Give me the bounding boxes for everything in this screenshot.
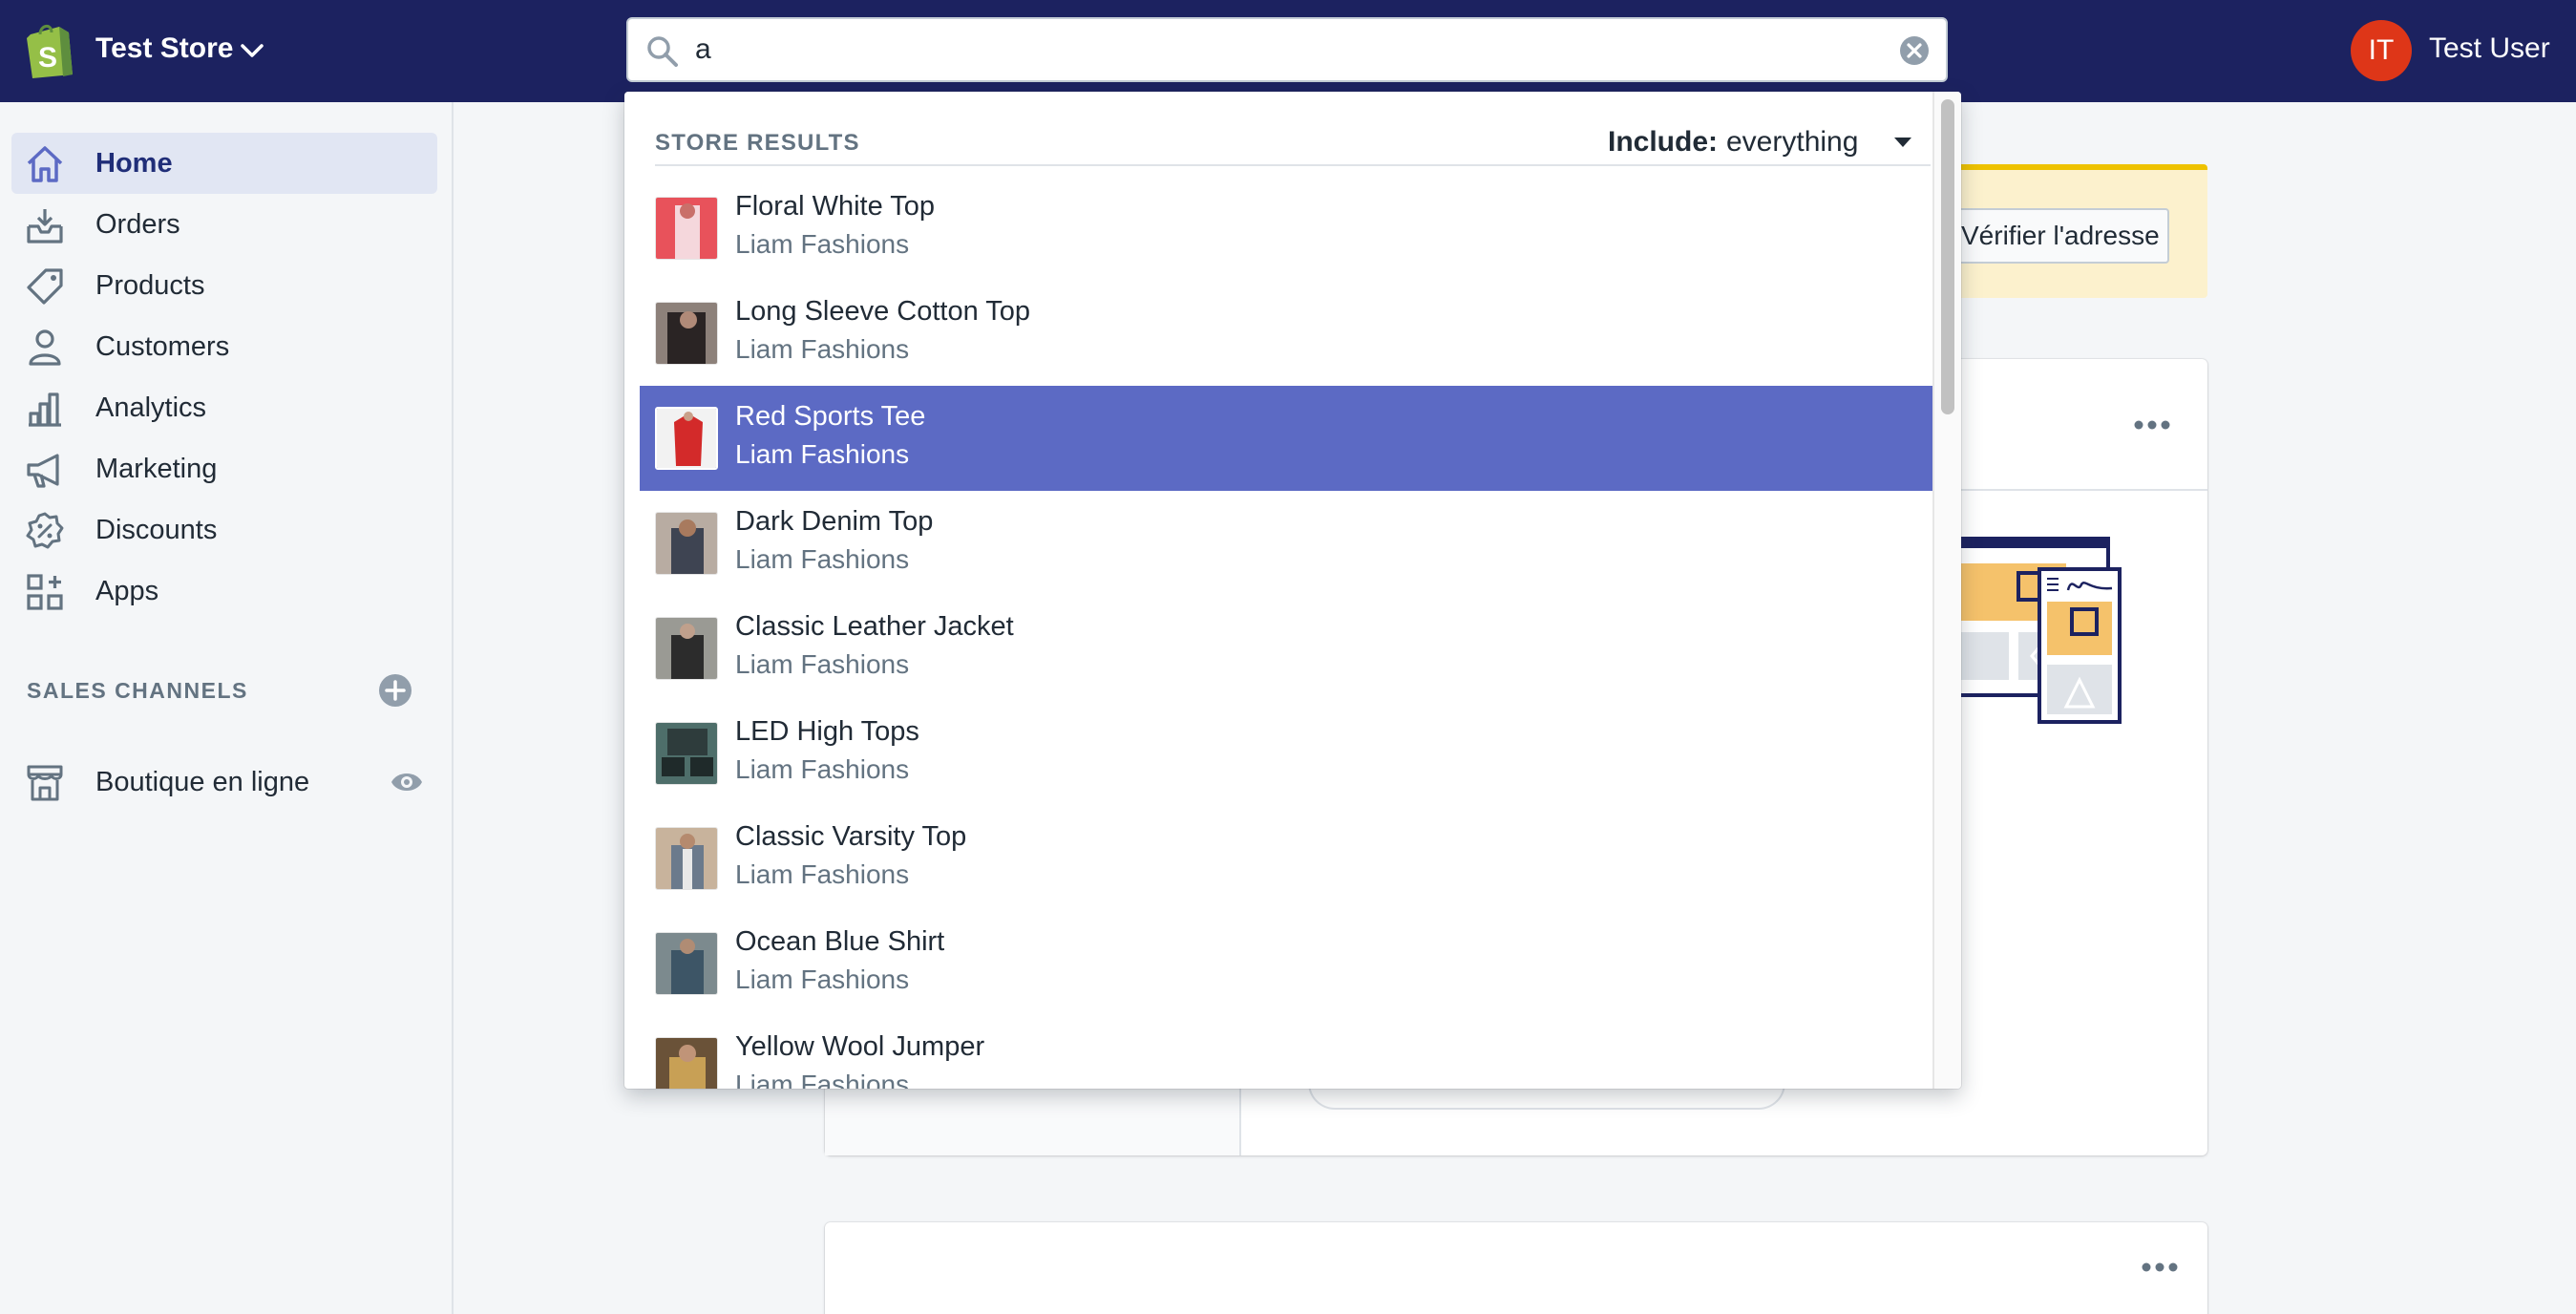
sales-channels-heading: SALES CHANNELS <box>27 678 248 703</box>
result-item[interactable]: Classic Varsity Top Liam Fashions <box>640 806 1932 911</box>
result-title: Classic Leather Jacket <box>735 611 1014 642</box>
bar-chart-icon <box>29 392 61 427</box>
result-vendor: Liam Fashions <box>735 754 910 784</box>
sidebar-item-marketing[interactable]: Marketing <box>11 438 437 499</box>
result-vendor: Liam Fashions <box>735 544 910 574</box>
eye-icon[interactable] <box>390 769 424 795</box>
search-bar[interactable] <box>626 17 1948 82</box>
sidebar-item-label: Orders <box>95 209 180 240</box>
result-title: Floral White Top <box>735 191 935 222</box>
sidebar-item-label: Discounts <box>95 515 218 545</box>
sidebar-item-label: Apps <box>95 576 159 606</box>
sidebar-item-analytics[interactable]: Analytics <box>11 377 437 438</box>
result-item[interactable]: LED High Tops Liam Fashions <box>640 701 1932 806</box>
product-thumbnail <box>655 512 718 575</box>
add-circle-icon[interactable] <box>378 673 412 708</box>
product-thumbnail <box>655 932 718 995</box>
shopify-logo-icon[interactable]: S <box>25 21 74 78</box>
search-results-dropdown: STORE RESULTS Include: everything Floral… <box>624 92 1961 1089</box>
result-vendor: Liam Fashions <box>735 439 910 469</box>
result-item[interactable]: Floral White Top Liam Fashions <box>640 176 1932 281</box>
verify-address-button[interactable]: Vérifier l'adresse <box>1936 208 2169 264</box>
result-vendor: Liam Fashions <box>735 964 910 994</box>
orders-icon <box>27 209 63 244</box>
product-thumbnail <box>655 407 718 470</box>
product-thumbnail <box>655 1037 718 1089</box>
product-thumbnail <box>655 197 718 260</box>
store-icon <box>27 765 63 801</box>
result-title: Long Sleeve Cotton Top <box>735 296 1031 327</box>
result-title: Dark Denim Top <box>735 506 934 537</box>
avatar[interactable]: IT <box>2351 20 2412 81</box>
search-icon <box>647 36 678 67</box>
home-icon <box>27 146 63 182</box>
store-name[interactable]: Test Store <box>95 32 233 65</box>
include-label: Include: <box>1608 126 1719 158</box>
result-vendor: Liam Fashions <box>735 334 910 364</box>
result-vendor: Liam Fashions <box>735 649 910 679</box>
sidebar-item-home[interactable]: Home <box>11 133 437 194</box>
megaphone-icon <box>27 454 59 488</box>
result-item-selected[interactable]: Red Sports Tee Liam Fashions <box>640 386 1932 491</box>
sidebar-item-products[interactable]: Products <box>11 255 437 316</box>
sidebar-item-orders[interactable]: Orders <box>11 194 437 255</box>
include-select[interactable]: everything <box>1726 126 1858 159</box>
sidebar-item-apps[interactable]: Apps <box>11 561 437 622</box>
sidebar-item-label: Analytics <box>95 392 207 423</box>
result-item[interactable]: Yellow Wool Jumper Liam Fashions <box>640 1016 1932 1089</box>
sidebar-item-label: Boutique en ligne <box>95 767 310 797</box>
product-thumbnail <box>655 827 718 890</box>
result-vendor: Liam Fashions <box>735 1070 910 1089</box>
clear-search-icon[interactable] <box>1898 34 1931 67</box>
result-item[interactable]: Ocean Blue Shirt Liam Fashions <box>640 911 1932 1016</box>
result-item[interactable]: Dark Denim Top Liam Fashions <box>640 491 1932 596</box>
caret-down-icon[interactable] <box>1892 136 1913 149</box>
svg-text:S: S <box>38 42 57 74</box>
second-card <box>825 1222 2207 1314</box>
sidebar: Home Orders Products Customers Analytics… <box>0 102 454 1314</box>
search-input[interactable] <box>695 29 1841 71</box>
result-item[interactable]: Classic Leather Jacket Liam Fashions <box>640 596 1932 701</box>
results-title: STORE RESULTS <box>655 130 860 156</box>
result-item[interactable]: Long Sleeve Cotton Top Liam Fashions <box>640 281 1932 386</box>
store-illustration-icon <box>1952 537 2122 724</box>
chevron-down-icon[interactable] <box>239 38 265 61</box>
discount-icon <box>26 512 64 549</box>
product-thumbnail <box>655 302 718 365</box>
more-options-icon[interactable] <box>2133 418 2171 432</box>
result-title: Ocean Blue Shirt <box>735 926 945 957</box>
results-scrollbar-thumb[interactable] <box>1941 99 1954 414</box>
result-title: Yellow Wool Jumper <box>735 1031 985 1062</box>
sidebar-item-label: Home <box>95 148 173 179</box>
product-thumbnail <box>655 722 718 785</box>
result-title: Classic Varsity Top <box>735 821 967 852</box>
top-bar: S Test Store IT Test User <box>0 0 2576 102</box>
more-options-icon[interactable] <box>2141 1261 2179 1274</box>
user-name[interactable]: Test User <box>2429 32 2550 65</box>
results-header: STORE RESULTS Include: everything <box>655 126 1931 166</box>
sidebar-item-online-store[interactable]: Boutique en ligne <box>11 752 437 813</box>
apps-icon <box>27 574 63 610</box>
sidebar-item-discounts[interactable]: Discounts <box>11 499 437 561</box>
sidebar-item-label: Customers <box>95 331 230 362</box>
result-vendor: Liam Fashions <box>735 859 910 889</box>
tag-icon <box>27 268 63 305</box>
product-thumbnail <box>655 617 718 680</box>
result-title: LED High Tops <box>735 716 919 747</box>
person-icon <box>29 329 61 366</box>
result-title: Red Sports Tee <box>735 401 926 432</box>
result-vendor: Liam Fashions <box>735 229 910 259</box>
sidebar-item-label: Products <box>95 270 205 301</box>
sidebar-item-customers[interactable]: Customers <box>11 316 437 377</box>
sidebar-item-label: Marketing <box>95 454 218 484</box>
